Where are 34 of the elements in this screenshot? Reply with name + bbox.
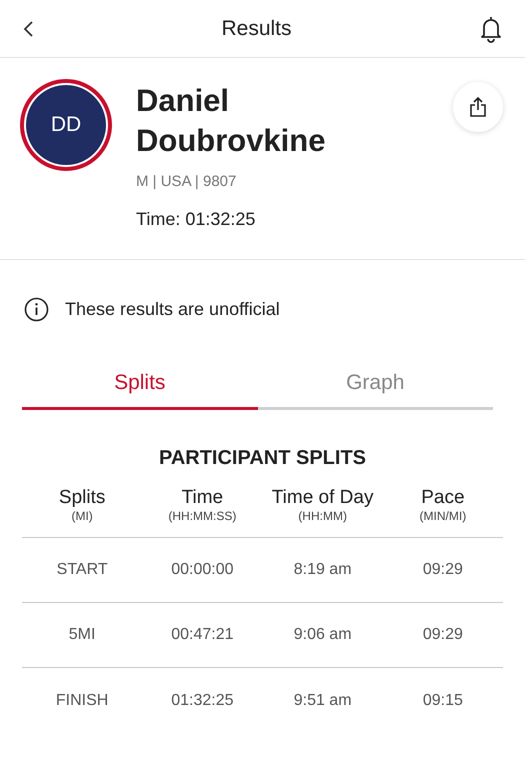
- bell-icon[interactable]: [479, 14, 503, 42]
- table-cell-text: 9:51 am: [294, 690, 352, 710]
- table-cell-text: START: [56, 560, 108, 580]
- tab[interactable]: Graph: [258, 358, 493, 410]
- table-cell-text: 00:00:00: [171, 560, 234, 580]
- page-title: Results: [221, 16, 292, 42]
- table-cell-text: 9:06 am: [294, 625, 352, 645]
- table-cell-text: 01:32:25: [171, 690, 234, 710]
- column-header: Pace: [421, 487, 465, 509]
- info-icon: [24, 296, 49, 322]
- table-cell-text: 5MI: [68, 625, 96, 645]
- column-header: Time: [182, 487, 224, 509]
- share-button[interactable]: [453, 82, 503, 132]
- participant-info: M | USA | 9807: [136, 172, 238, 192]
- table-cell-text: 09:29: [422, 560, 463, 580]
- column-unit: (HH:MM): [298, 509, 347, 523]
- table-cell-text: 8:19 am: [294, 560, 352, 580]
- column-header: Splits: [58, 487, 106, 509]
- column-unit: (MIN/MI): [420, 509, 466, 523]
- avatar: DD: [20, 79, 112, 171]
- notice-text: These results are unofficial: [65, 298, 280, 320]
- column-header: Time of Day: [272, 487, 374, 509]
- table-cell-text: 09:29: [422, 625, 463, 645]
- table-cell-text: FINISH: [56, 690, 108, 710]
- share-icon: [469, 96, 487, 118]
- table-cell-text: 00:47:21: [171, 625, 234, 645]
- participant-name: Daniel Doubrovkine: [136, 82, 326, 160]
- finish-time: Time: 01:32:25: [136, 208, 256, 230]
- column-unit: (HH:MM:SS): [168, 509, 236, 523]
- tab[interactable]: Splits: [22, 358, 258, 410]
- back-icon[interactable]: [22, 20, 34, 38]
- column-unit: (MI): [71, 509, 93, 523]
- table-cell-text: 09:15: [422, 690, 463, 710]
- section-title: PARTICIPANT SPLITS: [158, 446, 368, 471]
